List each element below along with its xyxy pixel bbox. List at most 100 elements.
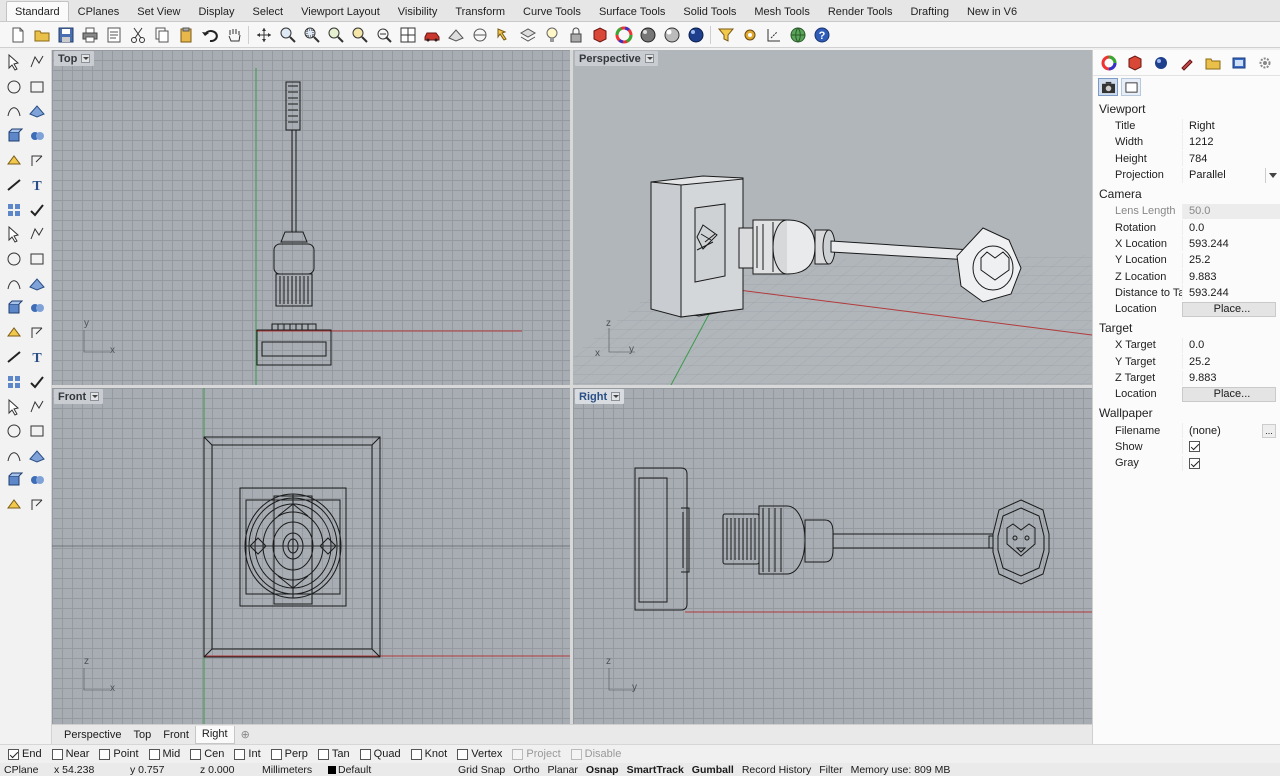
undo-view-icon[interactable]: [372, 24, 395, 46]
save-icon[interactable]: [54, 24, 77, 46]
rectangle-icon[interactable]: [26, 125, 48, 147]
target-place-button[interactable]: Place...: [1182, 386, 1276, 402]
x-location-field[interactable]: 593.244: [1182, 236, 1280, 252]
cut-icon[interactable]: [126, 24, 149, 46]
mesh-icon[interactable]: [26, 248, 48, 270]
projection-select[interactable]: Parallel: [1182, 167, 1280, 183]
help-icon[interactable]: ?: [810, 24, 833, 46]
zoom-icon[interactable]: [276, 24, 299, 46]
osnap-checkbox[interactable]: [570, 748, 582, 760]
gumball-toggle[interactable]: Gumball: [688, 764, 738, 776]
render-sphere-icon[interactable]: [684, 24, 707, 46]
ellipse-icon[interactable]: [26, 100, 48, 122]
osnap-point[interactable]: Point: [99, 748, 139, 760]
camera-place-button[interactable]: Place...: [1182, 301, 1276, 317]
browse-button[interactable]: ...: [1262, 423, 1276, 438]
viewport-tab[interactable]: Top: [127, 726, 157, 744]
z-target-field[interactable]: 9.883: [1182, 370, 1280, 386]
boolean-icon[interactable]: [26, 223, 48, 245]
osnap-checkbox[interactable]: [457, 748, 469, 760]
solid-box-icon[interactable]: [3, 420, 25, 442]
osnap-perp[interactable]: Perp: [270, 748, 308, 760]
arc-icon[interactable]: [3, 125, 25, 147]
cplane-icon[interactable]: [468, 24, 491, 46]
material-icon[interactable]: [1124, 52, 1146, 74]
perspective-viewport[interactable]: z y x Perspective: [573, 50, 1092, 385]
viewport-height-field[interactable]: 784: [1182, 151, 1280, 167]
right-viewport-title[interactable]: Right: [575, 389, 625, 404]
z-location-field[interactable]: 9.883: [1182, 269, 1280, 285]
rendered-sphere-icon[interactable]: [660, 24, 683, 46]
rotate-icon[interactable]: T: [26, 346, 48, 368]
zoom-window-icon[interactable]: [300, 24, 323, 46]
osnap-checkbox[interactable]: [270, 748, 282, 760]
osnap-checkbox[interactable]: [359, 748, 371, 760]
group-icon[interactable]: [3, 322, 25, 344]
ortho-toggle[interactable]: Ortho: [509, 764, 543, 776]
filter-select-icon[interactable]: [714, 24, 737, 46]
osnap-tan[interactable]: Tan: [317, 748, 350, 760]
chevron-down-icon[interactable]: [81, 54, 91, 63]
osnap-cen[interactable]: Cen: [190, 748, 224, 760]
gear-icon[interactable]: [1254, 52, 1276, 74]
osnap-toggle[interactable]: Osnap: [582, 764, 623, 776]
grid-dots-icon[interactable]: [3, 445, 25, 467]
osnap-mid[interactable]: Mid: [148, 748, 180, 760]
polyline-icon[interactable]: [3, 76, 25, 98]
osnap-end[interactable]: End: [8, 748, 42, 760]
brush-icon[interactable]: [1176, 52, 1198, 74]
lock-icon[interactable]: [564, 24, 587, 46]
rotation-field[interactable]: 0.0: [1182, 220, 1280, 236]
check-icon[interactable]: [26, 445, 48, 467]
extrude-icon[interactable]: [26, 199, 48, 221]
ribbon-tab[interactable]: Standard: [6, 1, 69, 21]
ribbon-tab[interactable]: New in V6: [958, 1, 1026, 21]
shaded-sphere-icon[interactable]: [636, 24, 659, 46]
ribbon-tab[interactable]: Viewport Layout: [292, 1, 389, 21]
ribbon-tab[interactable]: Surface Tools: [590, 1, 674, 21]
ribbon-tab[interactable]: Curve Tools: [514, 1, 590, 21]
color-wheel-icon[interactable]: [1098, 52, 1120, 74]
viewport-tab[interactable]: Right: [194, 725, 235, 744]
undo-icon[interactable]: [198, 24, 221, 46]
camera-icon[interactable]: [1098, 78, 1118, 96]
analyze-icon[interactable]: [3, 469, 25, 491]
chevron-down-icon[interactable]: [1265, 167, 1280, 183]
osnap-checkbox[interactable]: [234, 748, 246, 760]
open-folder-icon[interactable]: [30, 24, 53, 46]
ribbon-tab[interactable]: Display: [189, 1, 243, 21]
osnap-near[interactable]: Near: [51, 748, 89, 760]
material-icon[interactable]: [588, 24, 611, 46]
light-bulb-icon[interactable]: [540, 24, 563, 46]
warning-icon[interactable]: [26, 494, 48, 516]
cylinder-icon[interactable]: [3, 248, 25, 270]
polygon-icon[interactable]: [3, 150, 25, 172]
globe-icon[interactable]: [786, 24, 809, 46]
osnap-checkbox[interactable]: [99, 748, 111, 760]
osnap-checkbox[interactable]: [410, 748, 422, 760]
ribbon-tab[interactable]: Transform: [446, 1, 514, 21]
pan-hand-icon[interactable]: [222, 24, 245, 46]
render-icon[interactable]: [26, 469, 48, 491]
align-icon[interactable]: [3, 396, 25, 418]
offset-icon[interactable]: T: [26, 174, 48, 196]
osnap-checkbox[interactable]: [148, 748, 160, 760]
curve-icon[interactable]: [26, 76, 48, 98]
osnap-int[interactable]: Int: [234, 748, 261, 760]
top-viewport-title[interactable]: Top: [54, 51, 95, 66]
viewport-width-field[interactable]: 1212: [1182, 134, 1280, 150]
fillet-icon[interactable]: [3, 174, 25, 196]
right-viewport[interactable]: z y Right: [573, 388, 1092, 724]
ribbon-tab[interactable]: Set View: [128, 1, 189, 21]
circle-icon[interactable]: [3, 100, 25, 122]
units-label[interactable]: Millimeters: [258, 764, 324, 776]
mirror-icon[interactable]: [26, 396, 48, 418]
distance-field[interactable]: 593.244: [1182, 285, 1280, 301]
dimension-icon[interactable]: [762, 24, 785, 46]
smarttrack-toggle[interactable]: SmartTrack: [623, 764, 688, 776]
environment-sphere-icon[interactable]: [1150, 52, 1172, 74]
filename-field[interactable]: (none)...: [1182, 423, 1280, 439]
point-icon[interactable]: [26, 51, 48, 73]
trim-icon[interactable]: [3, 297, 25, 319]
osnap-quad[interactable]: Quad: [359, 748, 401, 760]
